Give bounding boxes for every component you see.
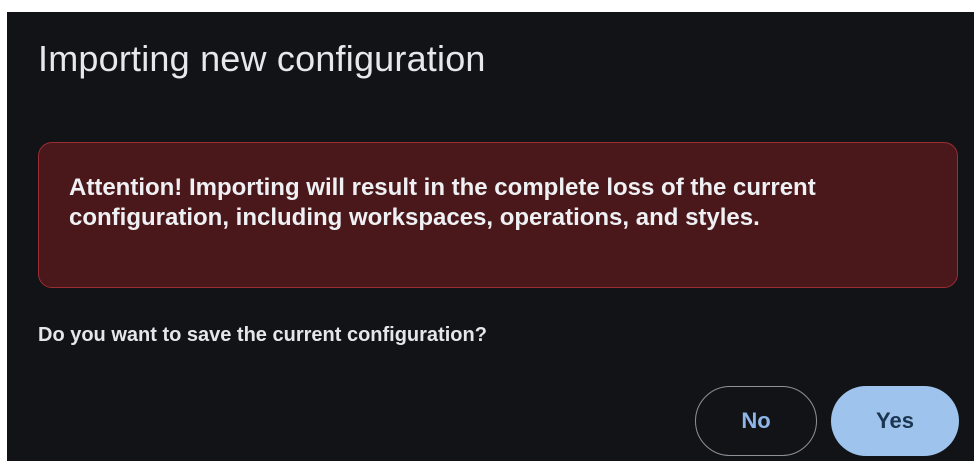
dialog-title: Importing new configuration	[38, 38, 486, 79]
import-config-dialog: Importing new configuration Attention! I…	[7, 12, 974, 461]
warning-alert-text: Attention! Importing will result in the …	[69, 174, 816, 231]
warning-alert: Attention! Importing will result in the …	[38, 142, 958, 288]
save-question: Do you want to save the current configur…	[38, 324, 487, 346]
yes-button[interactable]: Yes	[831, 386, 959, 456]
no-button[interactable]: No	[695, 386, 817, 456]
